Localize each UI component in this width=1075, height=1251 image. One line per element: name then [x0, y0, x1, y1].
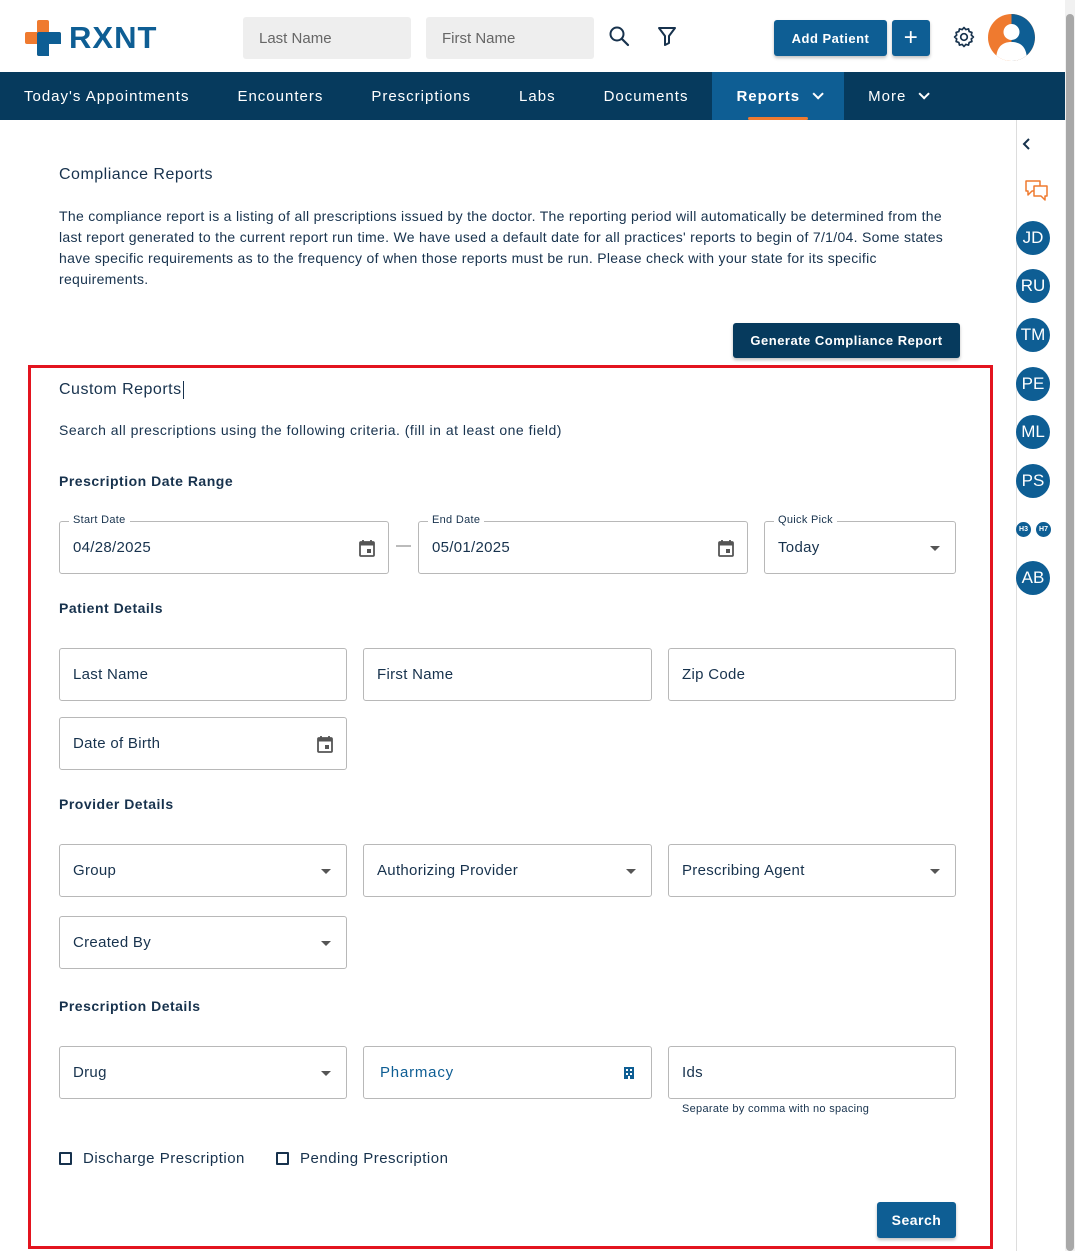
- search-button[interactable]: Search: [877, 1202, 956, 1238]
- quick-pick-select[interactable]: Quick Pick Today: [764, 514, 956, 574]
- header-first-name-input[interactable]: First Name: [426, 17, 594, 59]
- checkbox-icon[interactable]: [276, 1152, 289, 1165]
- prescription-details-heading: Prescription Details: [59, 998, 201, 1014]
- nav-encounters[interactable]: Encounters: [213, 72, 347, 120]
- chevron-left-icon[interactable]: [1020, 137, 1034, 151]
- start-date-field[interactable]: Start Date 04/28/2025: [59, 514, 389, 574]
- date-of-birth-placeholder: Date of Birth: [73, 735, 161, 752]
- logo-mark-icon: [25, 20, 61, 56]
- quick-pick-label: Quick Pick: [774, 514, 837, 526]
- discharge-prescription-checkbox[interactable]: Discharge Prescription: [59, 1150, 245, 1167]
- nav-prescriptions[interactable]: Prescriptions: [347, 72, 495, 120]
- nav-todays-appointments[interactable]: Today's Appointments: [0, 72, 213, 120]
- authorizing-provider-select[interactable]: Authorizing Provider: [363, 844, 652, 897]
- pharmacy-field[interactable]: Pharmacy: [363, 1046, 652, 1099]
- nav-labs[interactable]: Labs: [495, 72, 580, 120]
- add-patient-button[interactable]: Add Patient: [774, 20, 887, 56]
- rail-avatar-tm[interactable]: TM: [1016, 318, 1050, 352]
- building-icon[interactable]: [623, 1066, 635, 1080]
- prescribing-agent-select[interactable]: Prescribing Agent: [668, 844, 956, 897]
- quick-pick-value: Today: [778, 539, 820, 556]
- header-last-name-input[interactable]: Last Name: [243, 17, 411, 59]
- group-select[interactable]: Group: [59, 844, 347, 897]
- calendar-icon[interactable]: [358, 538, 376, 558]
- pending-prescription-label: Pending Prescription: [300, 1150, 449, 1167]
- discharge-prescription-label: Discharge Prescription: [83, 1150, 245, 1167]
- prescribing-agent-placeholder: Prescribing Agent: [682, 862, 805, 879]
- dropdown-caret-icon: [321, 941, 331, 946]
- ids-hint: Separate by comma with no spacing: [682, 1103, 870, 1115]
- chevron-down-icon: [812, 88, 824, 100]
- created-by-select[interactable]: Created By: [59, 916, 347, 969]
- custom-reports-instructions: Search all prescriptions using the follo…: [59, 422, 562, 438]
- search-icon[interactable]: [607, 24, 631, 48]
- filter-icon[interactable]: [655, 24, 679, 48]
- patient-last-name-input[interactable]: Last Name: [59, 648, 347, 701]
- chat-icon[interactable]: [1024, 178, 1050, 202]
- date-of-birth-field[interactable]: Date of Birth: [59, 717, 347, 770]
- compliance-title: Compliance Reports: [59, 166, 213, 183]
- scrollbar-thumb[interactable]: [1066, 14, 1074, 1251]
- date-range-heading: Prescription Date Range: [59, 473, 234, 489]
- rxnt-logo[interactable]: RXNT: [25, 20, 157, 56]
- pharmacy-placeholder: Pharmacy: [380, 1064, 454, 1081]
- nav-reports-label: Reports: [736, 87, 801, 105]
- logo-text: RXNT: [69, 20, 158, 55]
- patient-details-heading: Patient Details: [59, 600, 163, 616]
- compliance-description: The compliance report is a listing of al…: [59, 208, 944, 287]
- user-avatar[interactable]: [988, 14, 1035, 61]
- end-date-field[interactable]: End Date 05/01/2025: [418, 514, 748, 574]
- drug-placeholder: Drug: [73, 1064, 107, 1081]
- gear-icon[interactable]: [952, 25, 976, 49]
- rail-avatar-jd[interactable]: JD: [1016, 221, 1050, 255]
- chevron-down-icon: [918, 88, 931, 100]
- checkbox-icon[interactable]: [59, 1152, 72, 1165]
- patient-first-name-input[interactable]: First Name: [363, 648, 652, 701]
- start-date-label: Start Date: [69, 514, 130, 526]
- pending-prescription-checkbox[interactable]: Pending Prescription: [276, 1150, 448, 1167]
- custom-reports-title: Custom Reports: [59, 381, 184, 399]
- dropdown-caret-icon: [930, 869, 940, 874]
- rail-mini-h7[interactable]: H7: [1036, 522, 1051, 537]
- main-nav: Today's Appointments Encounters Prescrip…: [0, 72, 1065, 120]
- end-date-label: End Date: [428, 514, 485, 526]
- calendar-icon[interactable]: [717, 538, 735, 558]
- rail-avatar-ru[interactable]: RU: [1016, 269, 1050, 303]
- provider-details-heading: Provider Details: [59, 796, 174, 812]
- end-date-value: 05/01/2025: [432, 539, 511, 556]
- rail-avatar-ml[interactable]: ML: [1016, 415, 1050, 449]
- quick-add-button[interactable]: +: [892, 20, 930, 56]
- date-range-separator: —: [396, 537, 411, 554]
- rail-avatar-ps[interactable]: PS: [1016, 464, 1050, 498]
- created-by-placeholder: Created By: [73, 934, 152, 951]
- nav-more[interactable]: More: [844, 72, 950, 120]
- group-placeholder: Group: [73, 862, 117, 879]
- zip-code-input[interactable]: Zip Code: [668, 648, 956, 701]
- ids-input[interactable]: Ids: [668, 1046, 956, 1099]
- dropdown-caret-icon: [321, 1071, 331, 1076]
- authorizing-provider-placeholder: Authorizing Provider: [377, 862, 519, 879]
- nav-reports[interactable]: Reports: [712, 72, 845, 120]
- nav-more-label: More: [868, 87, 907, 105]
- nav-documents[interactable]: Documents: [580, 72, 713, 120]
- rail-mini-h3[interactable]: H3: [1016, 522, 1031, 537]
- start-date-value: 04/28/2025: [73, 539, 152, 556]
- dropdown-caret-icon: [626, 869, 636, 874]
- user-avatar-icon: [996, 14, 1035, 61]
- dropdown-caret-icon: [930, 546, 940, 551]
- calendar-icon[interactable]: [316, 734, 334, 754]
- rail-avatar-pe[interactable]: PE: [1016, 367, 1050, 401]
- dropdown-caret-icon: [321, 869, 331, 874]
- top-header: RXNT Last Name First Name Add Patient +: [0, 0, 1065, 72]
- generate-compliance-report-button[interactable]: Generate Compliance Report: [733, 323, 960, 358]
- rail-avatar-ab[interactable]: AB: [1016, 561, 1050, 595]
- drug-select[interactable]: Drug: [59, 1046, 347, 1099]
